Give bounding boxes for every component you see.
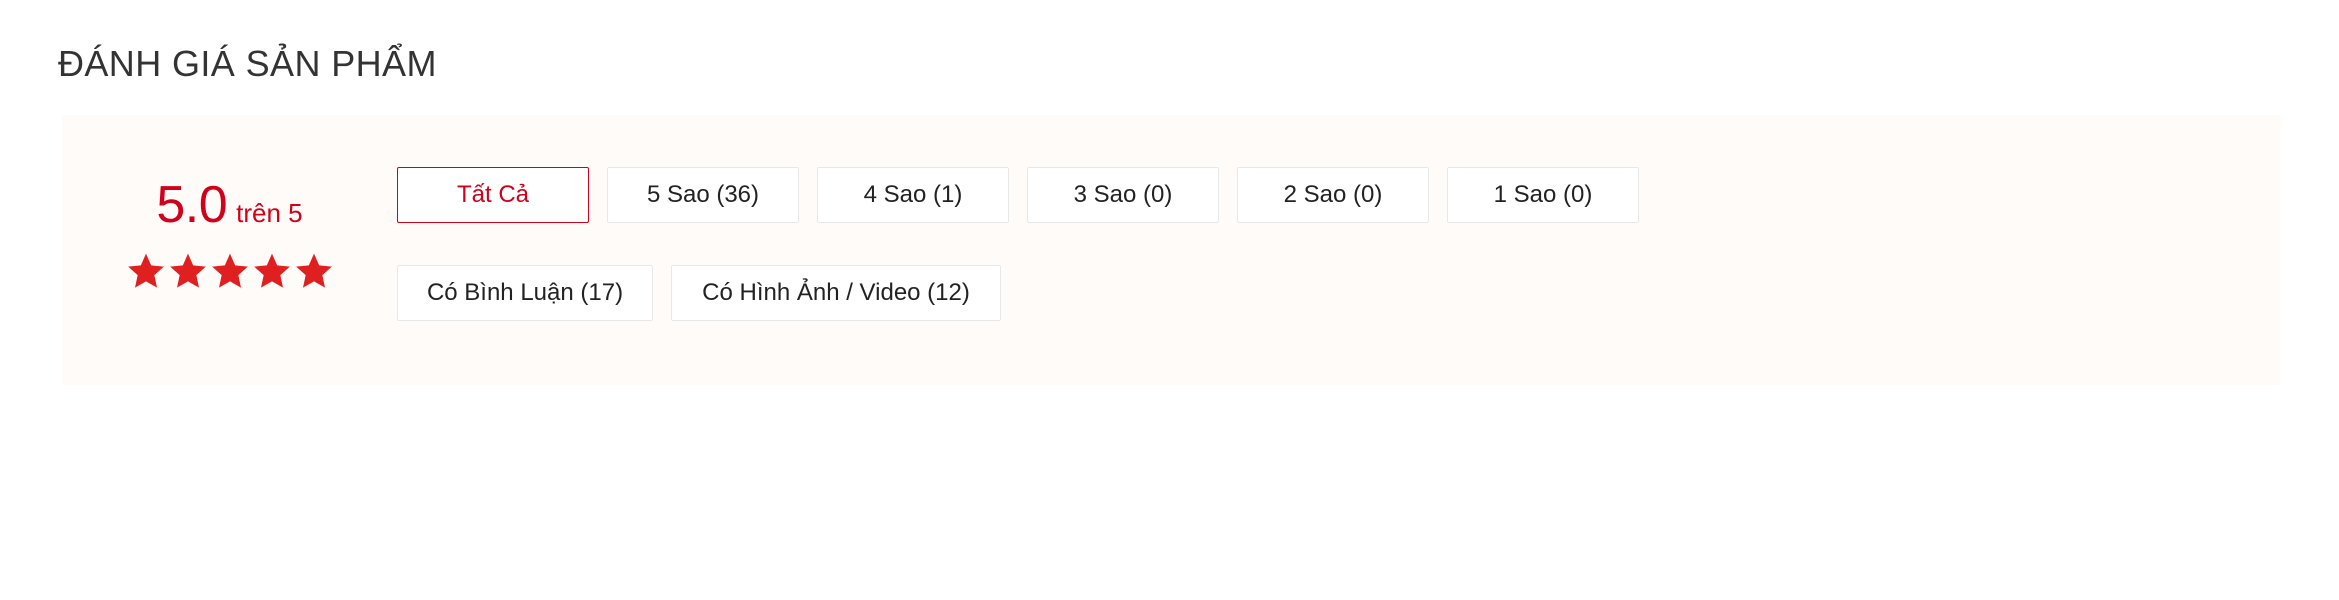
- rating-overview: 5.0 trên 5: [62, 149, 397, 291]
- filter-1-star-button[interactable]: 1 Sao (0): [1447, 167, 1639, 224]
- page-title: ĐÁNH GIÁ SẢN PHẨM: [58, 43, 437, 84]
- star-icon: [210, 251, 250, 291]
- filter-with-media-button[interactable]: Có Hình Ảnh / Video (12): [671, 265, 1001, 322]
- filter-2-star-button[interactable]: 2 Sao (0): [1237, 167, 1429, 224]
- filter-with-comment-button[interactable]: Có Bình Luận (17): [397, 265, 653, 322]
- star-icon: [252, 251, 292, 291]
- product-review-section: ĐÁNH GIÁ SẢN PHẨM 5.0 trên 5 Tất Cả 5 Sa…: [0, 0, 2339, 386]
- review-filter-group: Tất Cả 5 Sao (36) 4 Sao (1) 3 Sao (0) 2 …: [397, 149, 2157, 322]
- rating-score-line: 5.0 trên 5: [156, 179, 302, 231]
- filter-all-button[interactable]: Tất Cả: [397, 167, 589, 224]
- filter-3-star-button[interactable]: 3 Sao (0): [1027, 167, 1219, 224]
- rating-score-value: 5.0: [156, 176, 228, 235]
- star-icon: [294, 251, 334, 291]
- rating-panel: 5.0 trên 5 Tất Cả 5 Sao (36) 4 Sao (1) 3…: [62, 115, 2281, 386]
- rating-stars: [126, 251, 334, 291]
- star-icon: [168, 251, 208, 291]
- filter-4-star-button[interactable]: 4 Sao (1): [817, 167, 1009, 224]
- star-icon: [126, 251, 166, 291]
- filter-5-star-button[interactable]: 5 Sao (36): [607, 167, 799, 224]
- rating-score-outof-label: trên 5: [236, 198, 303, 229]
